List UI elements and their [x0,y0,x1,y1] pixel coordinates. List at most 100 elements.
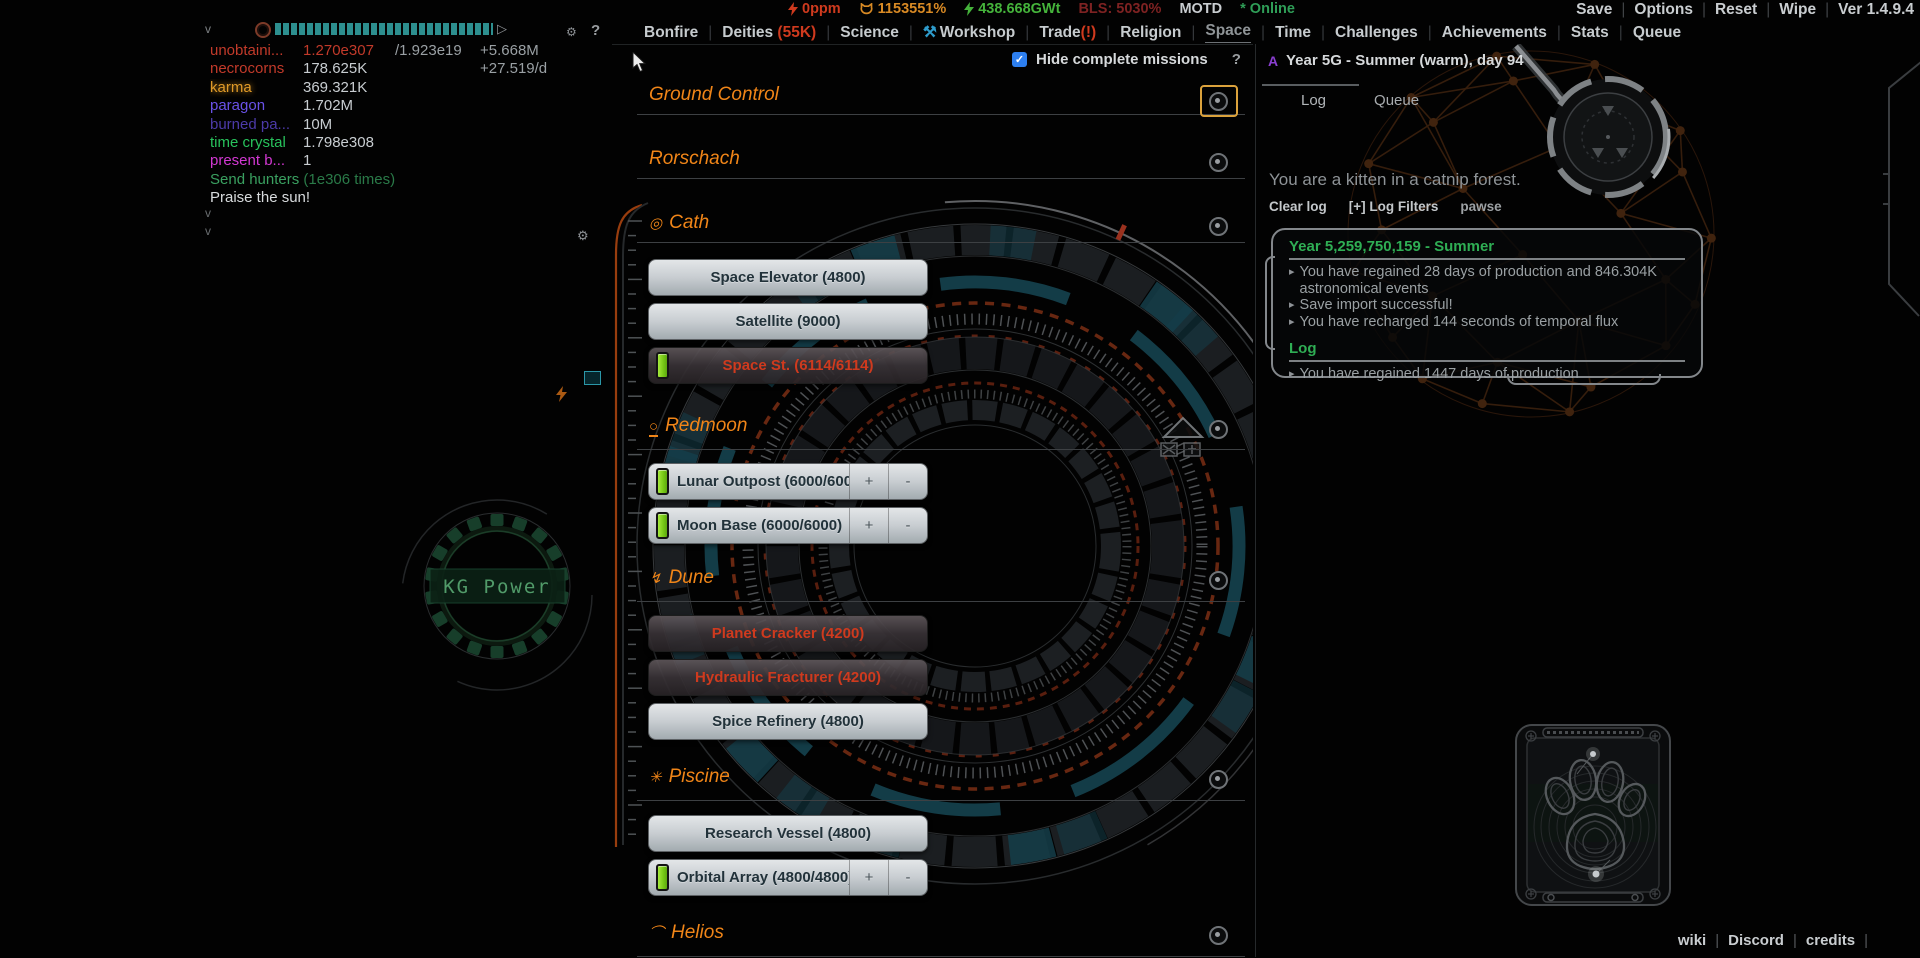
section-toggle-radio[interactable] [1209,926,1228,945]
log-entry-text: You have recharged 144 seconds of tempor… [1300,314,1619,331]
tab-space[interactable]: Space [1205,22,1251,43]
section-toggle-radio[interactable] [1209,217,1228,236]
section-toggle-radio[interactable] [1209,571,1228,590]
battery-indicator-icon [656,864,669,891]
status-stat-value: 0ppm [802,1,841,17]
resource-value: 369.321K [303,79,395,97]
resource-rate: +27.519/d [480,60,550,78]
resource-rate [480,116,550,134]
status-stat: 438.668GWt [964,1,1060,17]
log-group-title: Log [1289,340,1685,362]
space-section-header-rorschach[interactable]: Rorschach [649,147,740,171]
resource-name[interactable]: time crystal [210,134,303,152]
tab-workshop[interactable]: ⚒Workshop [923,23,1015,42]
button-moon-base-6000-6000[interactable]: Moon Base (6000/6000)+- [648,507,928,544]
log-entry: ▸Save import successful! [1289,297,1685,314]
increment-button[interactable]: + [849,464,888,499]
tab-religion[interactable]: Religion [1120,24,1181,42]
section-toggle-radio[interactable] [1209,153,1228,172]
button-planet-cracker-4200[interactable]: Planet Cracker (4200) [648,615,928,652]
bullet-icon: ▸ [1289,297,1295,314]
section-toggle-radio[interactable] [1209,420,1228,439]
space-section-header-cath[interactable]: ◎Cath [649,211,709,235]
button-research-vessel-4800[interactable]: Research Vessel (4800) [648,815,928,852]
tab-queue[interactable]: Queue [1633,24,1681,42]
tab-trade[interactable]: Trade(!) [1039,24,1096,42]
calendar-rune-icon: A [1268,53,1278,69]
log-message-box: Year 5,259,750,159 - Summer▸You have reg… [1271,228,1703,378]
button-label: Satellite (9000) [649,313,927,330]
decrement-button[interactable]: - [888,508,927,543]
save-button[interactable]: Save [1576,1,1612,19]
separator: | [1766,1,1770,19]
tab-queue[interactable]: Queue [1374,92,1419,109]
stepper-group: +- [849,464,927,499]
collapse-chevron-icon[interactable]: v [205,206,211,220]
tab-science[interactable]: Science [840,24,899,42]
resource-max [395,97,480,115]
section-toggle-radio[interactable] [1209,92,1228,111]
praise-the-sun-link[interactable]: Praise the sun! [210,189,550,207]
button-space-elevator-4800[interactable]: Space Elevator (4800) [648,259,928,296]
resource-value: 178.625K [303,60,395,78]
tab-achievements[interactable]: Achievements [1442,24,1547,42]
pawse-link[interactable]: pawse [1460,199,1501,214]
resource-name[interactable]: burned pa... [210,116,303,134]
collapse-chevron-icon[interactable]: v [205,22,211,36]
log-tab-bar: Log Queue [1301,92,1419,109]
separator: | [1864,932,1868,949]
increment-button[interactable]: + [849,860,888,895]
tab-stats[interactable]: Stats [1571,24,1609,42]
tab-deities[interactable]: Deities (55K) [722,24,816,42]
clear-log-link[interactable]: Clear log [1269,199,1327,214]
send-hunters-link[interactable]: Send hunters (1e306 times) [210,171,550,189]
button-orbital-array-4800-4800[interactable]: Orbital Array (4800/4800)+- [648,859,928,896]
button-lunar-outpost-6000-6000[interactable]: Lunar Outpost (6000/6000)+- [648,463,928,500]
tab-challenges[interactable]: Challenges [1335,24,1418,42]
credits-link[interactable]: credits [1806,932,1855,949]
reset-button[interactable]: Reset [1715,1,1757,19]
gear-icon[interactable]: ⚙ [577,228,589,244]
collapse-chevron-icon[interactable]: v [205,224,211,238]
resource-name[interactable]: paragon [210,97,303,115]
section-separator [637,601,1245,602]
button-label: Planet Cracker (4200) [649,625,927,642]
separator: | [826,24,830,42]
resource-value: 1.798e308 [303,134,395,152]
log-filters-link[interactable]: [+] Log Filters [1349,199,1439,214]
tab-time[interactable]: Time [1275,24,1311,42]
tab-bonfire[interactable]: Bonfire [644,24,698,42]
status-stat-value: * Online [1240,1,1295,17]
button-satellite-9000[interactable]: Satellite (9000) [648,303,928,340]
space-section-header-ground-control[interactable]: Ground Control [649,83,779,107]
button-hydraulic-fracturer-4200[interactable]: Hydraulic Fracturer (4200) [648,659,928,696]
resource-name[interactable]: present b... [210,152,303,170]
wiki-link[interactable]: wiki [1678,932,1706,949]
discord-link[interactable]: Discord [1728,932,1784,949]
tab-log[interactable]: Log [1301,92,1326,109]
button-space-st-6114-6114[interactable]: Space St. (6114/6114) [648,347,928,384]
space-section-header-dune[interactable]: ↯Dune [649,566,714,590]
button-spice-refinery-4800[interactable]: Spice Refinery (4800) [648,703,928,740]
resource-name[interactable]: karma [210,79,303,97]
increment-button[interactable]: + [849,508,888,543]
bolt-icon [556,386,568,402]
top-status-bar: 0ppm1153551%438.668GWtBLS: 5030%MOTD* On… [788,1,1295,17]
gear-icon[interactable]: ⚙ [566,25,577,39]
decrement-button[interactable]: - [888,464,927,499]
resource-name[interactable]: necrocorns [210,60,303,78]
log-group-title: Year 5,259,750,159 - Summer [1289,238,1685,260]
separator: | [909,24,913,42]
decrement-button[interactable]: - [888,860,927,895]
space-section-header-redmoon[interactable]: ○Redmoon [649,414,747,438]
wipe-button[interactable]: Wipe [1779,1,1816,19]
space-section-header-piscine[interactable]: ✳Piscine [649,765,730,789]
button-label: Moon Base (6000/6000) [669,517,849,534]
resource-name[interactable]: unobtaini... [210,42,303,60]
separator: | [1825,1,1829,19]
space-section-header-helios[interactable]: ⌒Helios [649,921,724,945]
help-icon[interactable]: ? [591,22,600,39]
options-button[interactable]: Options [1634,1,1693,19]
section-toggle-radio[interactable] [1209,770,1228,789]
resource-rate [480,97,550,115]
